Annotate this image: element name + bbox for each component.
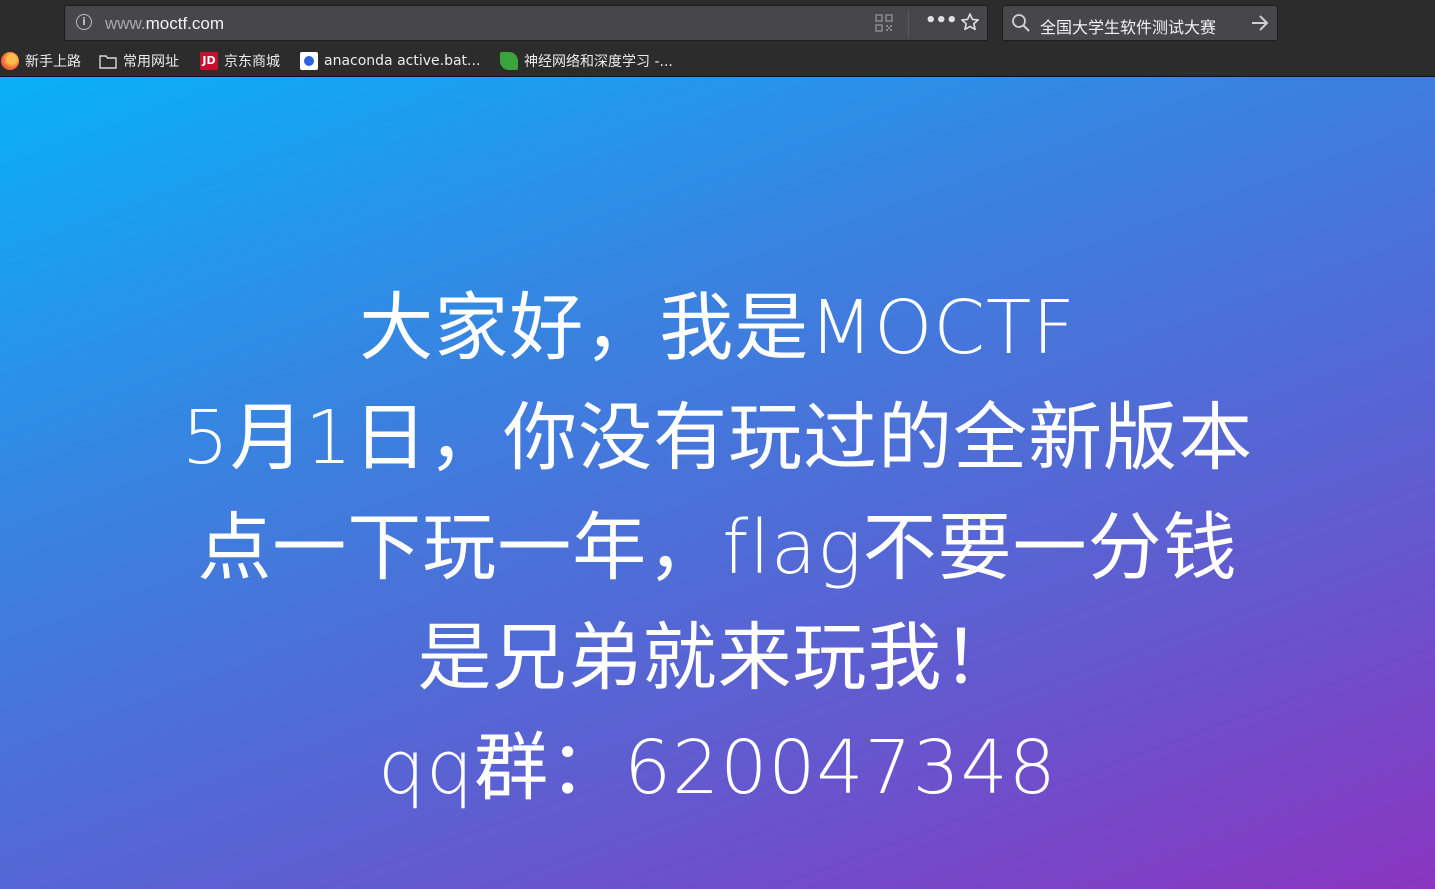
bookmark-item-getting-started[interactable]: 新手上路 [1,51,81,71]
search-input[interactable]: 全国大学生软件测试大赛 [1040,14,1216,38]
bookmarks-bar: 新手上路 常用网址 JD 京东商城 anaconda active.bat...… [0,46,1435,77]
bookmark-label: 京东商城 [224,54,280,70]
go-arrow-icon[interactable] [1249,12,1271,34]
search-icon [1012,14,1030,32]
url-text[interactable]: www.moctf.com [105,14,224,34]
bookmark-label: anaconda active.bat... [324,53,481,69]
bookmark-item-jd[interactable]: JD 京东商城 [200,51,280,71]
url-separator [908,11,909,37]
more-actions-icon[interactable]: ••• [925,10,958,31]
message-line-greeting: 大家好，我是MOCTF [359,285,1076,371]
address-bar[interactable]: i www.moctf.com ••• [64,5,988,41]
url-domain: moctf.com [145,14,225,33]
url-prefix: www. [105,14,146,33]
bookmark-folder-common-sites[interactable]: 常用网址 [99,51,179,71]
bookmark-label: 新手上路 [25,54,81,70]
bookmark-item-anaconda[interactable]: anaconda active.bat... [300,51,480,71]
page-content: 大家好，我是MOCTF 5月1日，你没有玩过的全新版本 点一下玩一年，flag不… [0,77,1435,889]
bookmark-item-neural-networks[interactable]: 神经网络和深度学习 -... [500,51,673,71]
jd-icon: JD [200,52,218,70]
folder-icon [99,55,117,69]
bookmark-label: 神经网络和深度学习 -... [524,54,673,70]
message-line-version: 5月1日，你没有玩过的全新版本 [181,395,1254,481]
message-line-qq-group: qq群：620047348 [378,725,1057,811]
search-bar[interactable]: 全国大学生软件测试大赛 [1002,5,1278,41]
firefox-icon [1,52,19,70]
browser-toolbar: i www.moctf.com ••• 全国大学生软件测试大赛 [0,0,1435,46]
message-line-flag: 点一下玩一年，flag不要一分钱 [197,505,1238,591]
bookmark-label: 常用网址 [123,54,179,70]
leaf-icon [500,52,518,70]
baidu-icon [300,52,318,70]
message-line-invite: 是兄弟就来玩我！ [417,615,1018,701]
info-icon[interactable]: i [76,14,92,30]
welcome-message: 大家好，我是MOCTF 5月1日，你没有玩过的全新版本 点一下玩一年，flag不… [0,273,1435,823]
qr-code-icon[interactable] [875,14,893,32]
bookmark-star-icon[interactable] [960,12,980,32]
